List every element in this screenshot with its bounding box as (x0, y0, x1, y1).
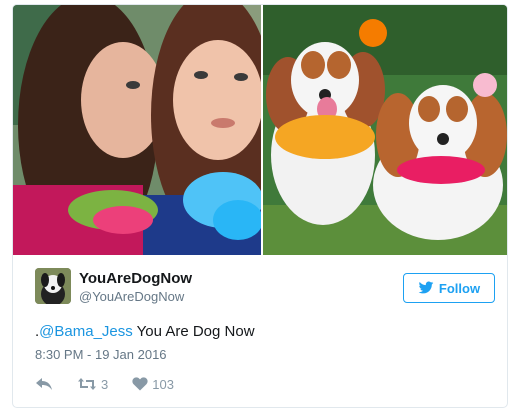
reply-icon (36, 378, 52, 390)
user-handle[interactable]: @YouAreDogNow (79, 289, 184, 304)
like-count: 103 (152, 376, 174, 392)
photo-women-selfie[interactable] (13, 5, 261, 255)
twitter-bird-icon (418, 281, 434, 294)
heart-icon (132, 377, 148, 391)
follow-label: Follow (438, 280, 481, 296)
user-display-name[interactable]: YouAreDogNow (79, 270, 192, 287)
photo-spaniels[interactable] (263, 5, 507, 255)
retweet-icon (78, 378, 96, 390)
tweet-text: .@Bama_Jess You Are Dog Now (35, 323, 255, 340)
mention-link[interactable]: @Bama_Jess (39, 323, 133, 340)
like-button[interactable]: 103 (132, 377, 174, 392)
tweet-media[interactable] (13, 5, 507, 255)
tweet-header: YouAreDogNow @YouAreDogNow Follow (35, 268, 495, 308)
follow-button[interactable]: Follow (403, 273, 495, 303)
dog-avatar-icon[interactable] (35, 268, 71, 304)
tweet-timestamp[interactable]: 8:30 PM - 19 Jan 2016 (35, 347, 167, 362)
tweet-card: YouAreDogNow @YouAreDogNow Follow .@Bama… (12, 4, 508, 408)
tweet-body: You Are Dog Now (132, 323, 255, 340)
tweet-actions: 3 103 (35, 373, 198, 395)
retweet-count: 3 (101, 376, 109, 392)
retweet-button[interactable]: 3 (77, 377, 108, 392)
reply-button[interactable] (35, 377, 53, 391)
